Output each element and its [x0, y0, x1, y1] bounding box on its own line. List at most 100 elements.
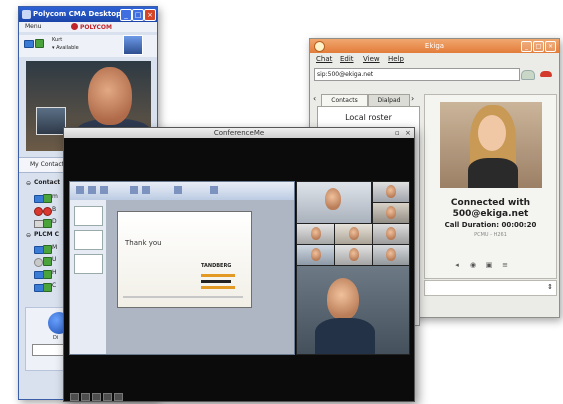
chevron-updown-icon: ⇕ [547, 283, 553, 291]
group-collapse-icon[interactable]: ⊖ [26, 180, 31, 187]
contact-item[interactable]: M [52, 244, 57, 251]
active-speaker-tile[interactable] [296, 265, 410, 355]
ribbon-icon [130, 186, 138, 194]
maximize-button[interactable]: □ [533, 41, 544, 52]
participant-face [386, 185, 396, 198]
participant-face [311, 248, 321, 261]
participant-face [325, 188, 341, 210]
conf-title: ConferenceMe [213, 129, 265, 137]
conf-titlebar[interactable]: ConferenceMe ▫ × [64, 128, 414, 138]
polycom-logo-text: POLYCOM [80, 24, 112, 31]
menu-view[interactable]: View [363, 53, 380, 65]
ekiga-titlebar[interactable]: Ekiga _ □ × [310, 39, 559, 53]
ribbon-icon [76, 186, 84, 194]
menu-button[interactable]: Menu [25, 22, 41, 32]
slide-thumbnail [74, 254, 103, 274]
menu-help[interactable]: Help [388, 53, 404, 65]
participant-tile[interactable] [296, 244, 336, 267]
participant-tile[interactable] [334, 244, 374, 267]
cma-title: Polycom CMA Desktop [33, 10, 122, 18]
participant-tile[interactable] [372, 244, 410, 267]
phone-icon [43, 245, 52, 254]
participant-tile[interactable] [296, 223, 336, 246]
connected-with-label: Connected with [450, 198, 531, 208]
video-settings-icon[interactable]: ◉ [469, 261, 477, 269]
slide: Thank you TANDBERG [117, 211, 252, 308]
codec-info: PCMU - H261 [474, 232, 507, 238]
group-collapse-icon[interactable]: ⊖ [26, 232, 31, 239]
toolbar-icon[interactable] [81, 393, 90, 401]
menu-edit[interactable]: Edit [340, 53, 354, 65]
participant-body [315, 318, 375, 354]
presence-status-dropdown[interactable]: ▾ Available [52, 45, 79, 51]
toolbar-icon[interactable] [92, 393, 101, 401]
participant-tile[interactable] [334, 223, 374, 246]
call-button[interactable] [521, 70, 535, 80]
remote-participant-face [478, 115, 506, 151]
participant-face [349, 248, 359, 261]
monitor-icon [24, 40, 34, 48]
camera-icon[interactable]: ▣ [485, 261, 493, 269]
offline-icon [34, 258, 43, 267]
busy-icon [34, 207, 43, 216]
dial-label: Di [53, 335, 59, 341]
snapshot-button[interactable] [123, 35, 143, 55]
close-button[interactable]: × [545, 41, 556, 52]
toolbar-icon[interactable] [103, 393, 112, 401]
slide-title: Thank you [125, 239, 162, 247]
participant-face [386, 227, 396, 240]
participant-face [311, 227, 321, 240]
contacts-header-label: My Contact [30, 161, 64, 168]
hangup-button[interactable] [540, 71, 552, 77]
slide-thumbnail [74, 206, 103, 226]
menu-chat[interactable]: Chat [316, 53, 332, 65]
ribbon-icon [210, 186, 218, 194]
tab-scroll-left-icon[interactable]: ‹ [313, 94, 316, 103]
close-button[interactable]: × [405, 129, 411, 137]
participant-tile[interactable] [296, 181, 372, 225]
contact-item[interactable]: D [52, 218, 57, 225]
conferenceme-window: ConferenceMe ▫ × Thank you TANDBERG [63, 127, 415, 402]
contact-item[interactable]: C [52, 282, 56, 289]
maximize-button[interactable]: □ [132, 9, 144, 21]
status-dropdown[interactable]: ⇕ [424, 280, 557, 296]
call-panel: Connected with 500@ekiga.net Call Durati… [424, 94, 557, 279]
polycom-logo-icon [71, 23, 78, 30]
hold-icon[interactable]: ≡ [501, 261, 509, 269]
close-button[interactable]: × [144, 9, 156, 21]
slide-thumbnail [74, 230, 103, 250]
cma-titlebar[interactable]: Polycom CMA Desktop _ □ × [19, 7, 157, 22]
contact-item[interactable]: H [52, 269, 57, 276]
volume-icon[interactable]: ◂ [453, 261, 461, 269]
minimize-button[interactable]: ▫ [395, 129, 400, 137]
minimize-button[interactable]: _ [521, 41, 532, 52]
phone-icon [43, 283, 52, 292]
contact-item[interactable]: m [52, 193, 58, 200]
contact-item[interactable]: U [52, 256, 56, 263]
phone-icon [43, 194, 52, 203]
toolbar-icon[interactable] [70, 393, 79, 401]
remote-video [440, 102, 542, 188]
toolbar-icon[interactable] [114, 393, 123, 401]
remote-party: 500@ekiga.net [452, 209, 529, 219]
self-view [36, 107, 66, 135]
phone-icon [43, 219, 52, 228]
participant-tile[interactable] [372, 223, 410, 246]
phone-icon [43, 270, 52, 279]
phone-icon [43, 257, 52, 266]
phone-icon [35, 39, 44, 48]
contact-group[interactable]: Contact [34, 179, 60, 186]
sip-url-input[interactable]: sip:500@ekiga.net [314, 68, 520, 81]
slide-thumbnails [70, 200, 107, 354]
participant-tile[interactable] [372, 181, 410, 204]
participant-tile[interactable] [372, 202, 410, 225]
tab-scroll-right-icon[interactable]: › [411, 94, 414, 103]
slide-brand: TANDBERG [201, 263, 232, 269]
contact-item[interactable]: B [52, 206, 56, 213]
presence-status-label: Available [56, 45, 79, 51]
participant-grid [296, 181, 410, 355]
call-duration: Call Duration: 00:00:20 [444, 221, 537, 229]
conf-toolbar [64, 391, 414, 401]
minimize-button[interactable]: _ [120, 9, 132, 21]
contact-group[interactable]: PLCM C [34, 231, 59, 238]
